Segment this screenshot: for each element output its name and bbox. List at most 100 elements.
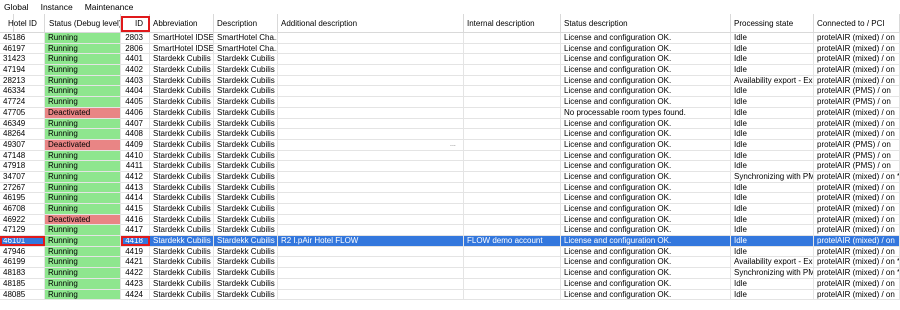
cell-internal-description	[464, 193, 561, 203]
cell-connected-to: protelAIR (PMS) / on	[814, 86, 900, 97]
table-row[interactable]: 45186 Running 2803 SmartHotel IDSE SmartHote…	[0, 33, 900, 44]
cell-id: 4402	[121, 65, 150, 75]
cell-processing-state: Idle	[731, 97, 814, 107]
menu-maintenance[interactable]: Maintenance	[85, 2, 134, 12]
cell-description: Stardekk Cubilis ...	[214, 118, 278, 129]
cell-internal-description	[464, 257, 561, 268]
cell-abbreviation: Stardekk Cubilis	[150, 236, 214, 246]
cell-abbreviation: Stardekk Cubilis	[150, 289, 214, 300]
table-row[interactable]: 46195 Running 4414 Stardekk Cubilis Stardekk…	[0, 193, 900, 204]
cell-abbreviation: Stardekk Cubilis	[150, 204, 214, 214]
table-row[interactable]: 28213 Running 4403 Stardekk Cubilis Stardekk…	[0, 75, 900, 87]
table-row[interactable]: 47918 Running 4411 Stardekk Cubilis Stardekk…	[0, 161, 900, 172]
cell-id: 4412	[121, 171, 150, 182]
cell-status-description: License and configuration OK.	[561, 33, 731, 43]
table-row[interactable]: 48264 Running 4408 Stardekk Cubilis Stardekk…	[0, 129, 900, 140]
col-abbreviation[interactable]: Abbreviation	[150, 14, 214, 32]
table-row[interactable]: 34707 Running 4412 Stardekk Cubilis Stardekk…	[0, 171, 900, 183]
table-row[interactable]: 46197 Running 2806 SmartHotel IDSE SmartHote…	[0, 43, 900, 55]
table-row[interactable]: 46334 Running 4404 Stardekk Cubilis Stardekk…	[0, 86, 900, 98]
cell-internal-description	[464, 54, 561, 65]
table-row[interactable]: 48085 Running 4424 Stardekk Cubilis Stardekk…	[0, 289, 900, 301]
cell-hotel-id: 27267	[0, 182, 45, 193]
cell-status: Deactivated	[45, 107, 121, 118]
cell-description: Stardekk Cubilis ...	[214, 75, 278, 86]
cell-id: 4417	[121, 225, 150, 236]
table-row[interactable]: 27267 Running 4413 Stardekk Cubilis Stardekk…	[0, 182, 900, 194]
col-status[interactable]: Status (Debug level)	[45, 14, 121, 32]
table-row[interactable]: 47946 Running 4419 Stardekk Cubilis Stardekk…	[0, 246, 900, 258]
cell-connected-to: protelAIR (mixed) / on	[814, 193, 900, 203]
cell-additional-description	[278, 225, 464, 236]
col-status-description[interactable]: Status description	[561, 14, 731, 32]
col-hotel-id[interactable]: Hotel ID	[4, 14, 45, 32]
cell-status-description: License and configuration OK.	[561, 43, 731, 54]
cell-id: 4410	[121, 150, 150, 161]
menu-global[interactable]: Global	[4, 2, 29, 12]
menu-instance[interactable]: Instance	[41, 2, 73, 12]
cell-processing-state: Idle	[731, 204, 814, 214]
col-connected-to[interactable]: Connected to / PCI	[814, 14, 900, 32]
cell-status-description: License and configuration OK.	[561, 150, 731, 161]
cell-additional-description	[278, 86, 464, 97]
table-row[interactable]: 47724 Running 4405 Stardekk Cubilis Stardekk…	[0, 97, 900, 108]
cell-internal-description	[464, 86, 561, 97]
cell-status: Running	[45, 118, 121, 129]
table-row[interactable]: 46349 Running 4407 Stardekk Cubilis Stardekk…	[0, 118, 900, 130]
cell-description: Stardekk Cubilis ...	[214, 278, 278, 289]
table-row[interactable]: 48185 Running 4423 Stardekk Cubilis Stardekk…	[0, 278, 900, 290]
cell-abbreviation: SmartHotel IDSE	[150, 43, 214, 54]
cell-description: Stardekk Cubilis ...	[214, 139, 278, 150]
table-row[interactable]: 49307 Deactivated 4409 Stardekk Cubilis Star…	[0, 139, 900, 151]
cell-status-description: No processable room types found.	[561, 107, 731, 118]
cell-status-description: License and configuration OK.	[561, 139, 731, 150]
col-additional-description[interactable]: Additional description	[278, 14, 464, 32]
cell-internal-description	[464, 107, 561, 118]
cell-hotel-id: 28213	[0, 75, 45, 86]
cell-hotel-id: 34707	[0, 171, 45, 182]
table-header: Hotel ID Status (Debug level) ID Abbrevi…	[0, 14, 900, 33]
table-row[interactable]: 31423 Running 4401 Stardekk Cubilis Stardekk…	[0, 54, 900, 66]
cell-description: Stardekk Cubilis ...	[214, 225, 278, 236]
cell-description: Stardekk Cubilis ...	[214, 204, 278, 214]
cell-status: Deactivated	[45, 214, 121, 225]
cell-status: Running	[45, 65, 121, 75]
cell-id: 4408	[121, 129, 150, 139]
col-description[interactable]: Description	[214, 14, 278, 32]
cell-status: Running	[45, 289, 121, 300]
cell-hotel-id: 46708	[0, 204, 45, 214]
cell-processing-state: Idle	[731, 86, 814, 97]
cell-processing-state: Synchronizing with PMS	[731, 268, 814, 278]
cell-description: Stardekk Cubilis ...	[214, 193, 278, 203]
table-row[interactable]: 47148 Running 4410 Stardekk Cubilis Stardekk…	[0, 150, 900, 162]
cell-processing-state: Availability export - Exp...	[731, 257, 814, 268]
cell-id: 4424	[121, 289, 150, 300]
col-internal-description[interactable]: Internal description	[464, 14, 561, 32]
cell-status-description: License and configuration OK.	[561, 214, 731, 225]
cell-internal-description	[464, 33, 561, 43]
table-row[interactable]: 47129 Running 4417 Stardekk Cubilis Stardekk…	[0, 225, 900, 237]
cell-abbreviation: Stardekk Cubilis	[150, 278, 214, 289]
cell-status-description: License and configuration OK.	[561, 65, 731, 75]
table-row[interactable]: 47705 Deactivated 4406 Stardekk Cubilis Star…	[0, 107, 900, 119]
table-row[interactable]: 46708 Running 4415 Stardekk Cubilis Stardekk…	[0, 204, 900, 215]
cell-status-description: License and configuration OK.	[561, 161, 731, 171]
cell-status: Running	[45, 236, 121, 246]
cell-id: 4403	[121, 75, 150, 86]
table-row[interactable]: 46922 Deactivated 4416 Stardekk Cubilis Star…	[0, 214, 900, 226]
table-row[interactable]: 47194 Running 4402 Stardekk Cubilis Stardekk…	[0, 65, 900, 76]
cell-connected-to: protelAIR (mixed) / on	[814, 129, 900, 139]
table-row[interactable]: 46101 Running 4418 Stardekk Cubilis Stardekk…	[0, 236, 900, 247]
cell-connected-to: protelAIR (mixed) / on *	[814, 257, 900, 268]
cell-hotel-id: 48085	[0, 289, 45, 300]
cell-additional-description	[278, 182, 464, 193]
table-row[interactable]: 46199 Running 4421 Stardekk Cubilis Stardekk…	[0, 257, 900, 269]
cell-status-description: License and configuration OK.	[561, 86, 731, 97]
cell-abbreviation: Stardekk Cubilis	[150, 129, 214, 139]
col-processing-state[interactable]: Processing state	[731, 14, 814, 32]
cell-additional-description	[278, 204, 464, 214]
cell-internal-description	[464, 118, 561, 129]
table-row[interactable]: 48183 Running 4422 Stardekk Cubilis Stardekk…	[0, 268, 900, 279]
cell-internal-description	[464, 214, 561, 225]
cell-status: Running	[45, 257, 121, 268]
